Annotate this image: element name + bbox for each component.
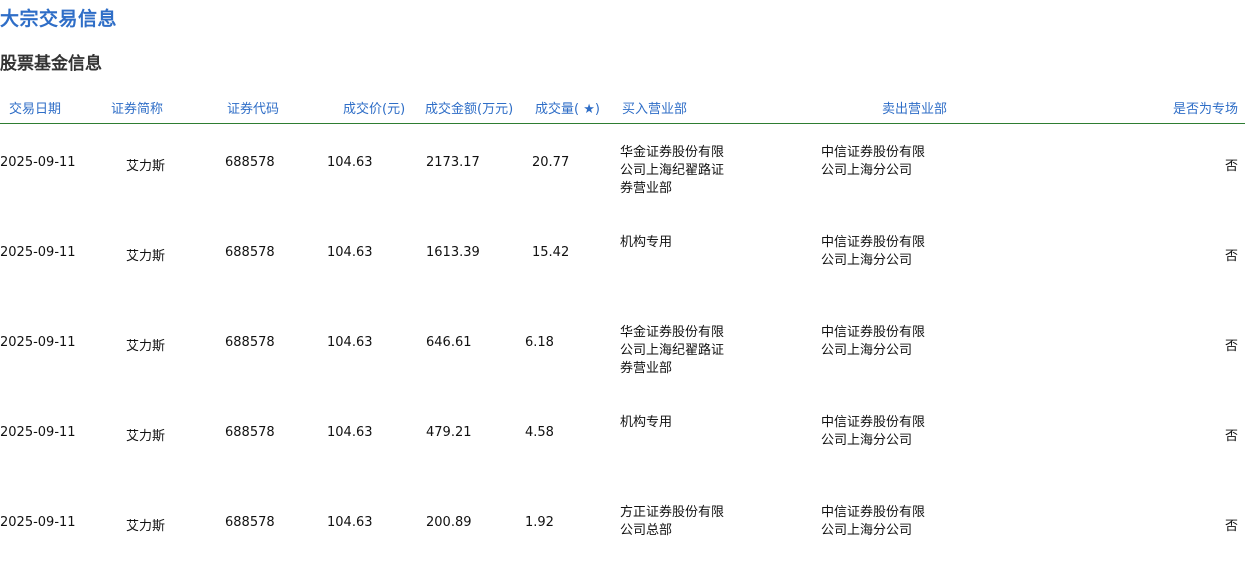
cell-name[interactable]: 艾力斯 bbox=[126, 245, 165, 264]
cell-special: 否 bbox=[1224, 429, 1238, 444]
header-special[interactable]: 是否为专场 bbox=[1173, 98, 1238, 117]
table-row: 2025-09-11 艾力斯 688578 104.63 200.89 1.92… bbox=[0, 484, 1245, 574]
cell-name[interactable]: 艾力斯 bbox=[126, 155, 165, 174]
page-root: 大宗交易信息 股票基金信息 交易日期 证券简称 证券代码 成交价(元) 成交金额… bbox=[0, 0, 1245, 574]
cell-buyer: 华金证券股份有限公司上海纪翟路证券营业部 bbox=[620, 325, 725, 376]
cell-price: 104.63 bbox=[327, 335, 373, 350]
cell-code[interactable]: 688578 bbox=[225, 155, 275, 170]
cell-price: 104.63 bbox=[327, 155, 373, 170]
cell-code[interactable]: 688578 bbox=[225, 245, 275, 260]
cell-date: 2025-09-11 bbox=[0, 155, 76, 170]
cell-price: 104.63 bbox=[327, 425, 373, 440]
cell-name[interactable]: 艾力斯 bbox=[126, 515, 165, 534]
cell-special: 否 bbox=[1224, 519, 1238, 534]
cell-buyer: 方正证券股份有限公司总部 bbox=[620, 505, 725, 538]
block-trade-table: 交易日期 证券简称 证券代码 成交价(元) 成交金额(万元) 成交量( ★) 买… bbox=[0, 90, 1245, 574]
cell-buyer: 机构专用 bbox=[620, 415, 673, 430]
cell-volume: 1.92 bbox=[525, 515, 554, 530]
cell-amount: 646.61 bbox=[426, 335, 472, 350]
cell-volume: 15.42 bbox=[532, 245, 570, 260]
cell-amount: 2173.17 bbox=[426, 155, 480, 170]
page-title: 大宗交易信息 bbox=[0, 8, 118, 30]
cell-amount: 1613.39 bbox=[426, 245, 480, 260]
cell-volume: 4.58 bbox=[525, 425, 554, 440]
cell-date: 2025-09-11 bbox=[0, 245, 76, 260]
cell-buyer: 华金证券股份有限公司上海纪翟路证券营业部 bbox=[620, 145, 725, 196]
cell-price: 104.63 bbox=[327, 245, 373, 260]
cell-seller: 中信证券股份有限公司上海分公司 bbox=[821, 505, 926, 538]
cell-seller: 中信证券股份有限公司上海分公司 bbox=[821, 145, 926, 178]
header-buyer[interactable]: 买入营业部 bbox=[622, 98, 687, 117]
cell-code[interactable]: 688578 bbox=[225, 335, 275, 350]
table-row: 2025-09-11 艾力斯 688578 104.63 646.61 6.18… bbox=[0, 304, 1245, 394]
cell-amount: 479.21 bbox=[426, 425, 472, 440]
table-row: 2025-09-11 艾力斯 688578 104.63 479.21 4.58… bbox=[0, 394, 1245, 484]
cell-volume: 20.77 bbox=[532, 155, 570, 170]
cell-seller: 中信证券股份有限公司上海分公司 bbox=[821, 325, 926, 358]
cell-name[interactable]: 艾力斯 bbox=[126, 335, 165, 354]
header-name[interactable]: 证券简称 bbox=[111, 98, 163, 117]
cell-seller: 中信证券股份有限公司上海分公司 bbox=[821, 235, 926, 268]
cell-date: 2025-09-11 bbox=[0, 515, 76, 530]
table-row: 2025-09-11 艾力斯 688578 104.63 1613.39 15.… bbox=[0, 214, 1245, 304]
cell-date: 2025-09-11 bbox=[0, 335, 76, 350]
cell-volume: 6.18 bbox=[525, 335, 554, 350]
section-title: 股票基金信息 bbox=[0, 54, 102, 74]
table-row: 2025-09-11 艾力斯 688578 104.63 2173.17 20.… bbox=[0, 124, 1245, 214]
cell-price: 104.63 bbox=[327, 515, 373, 530]
header-seller[interactable]: 卖出营业部 bbox=[882, 98, 947, 117]
cell-date: 2025-09-11 bbox=[0, 425, 76, 440]
cell-special: 否 bbox=[1224, 159, 1238, 174]
cell-seller: 中信证券股份有限公司上海分公司 bbox=[821, 415, 926, 448]
table-header: 交易日期 证券简称 证券代码 成交价(元) 成交金额(万元) 成交量( ★) 买… bbox=[0, 90, 1245, 124]
cell-code[interactable]: 688578 bbox=[225, 515, 275, 530]
cell-special: 否 bbox=[1224, 249, 1238, 264]
header-date[interactable]: 交易日期 bbox=[9, 98, 61, 117]
header-amount[interactable]: 成交金额(万元) bbox=[425, 98, 513, 117]
cell-buyer: 机构专用 bbox=[620, 235, 673, 250]
header-price[interactable]: 成交价(元) bbox=[343, 98, 405, 117]
cell-special: 否 bbox=[1224, 339, 1238, 354]
cell-code[interactable]: 688578 bbox=[225, 425, 275, 440]
cell-name[interactable]: 艾力斯 bbox=[126, 425, 165, 444]
header-code[interactable]: 证券代码 bbox=[227, 98, 279, 117]
header-volume[interactable]: 成交量( ★) bbox=[535, 98, 600, 117]
cell-amount: 200.89 bbox=[426, 515, 472, 530]
